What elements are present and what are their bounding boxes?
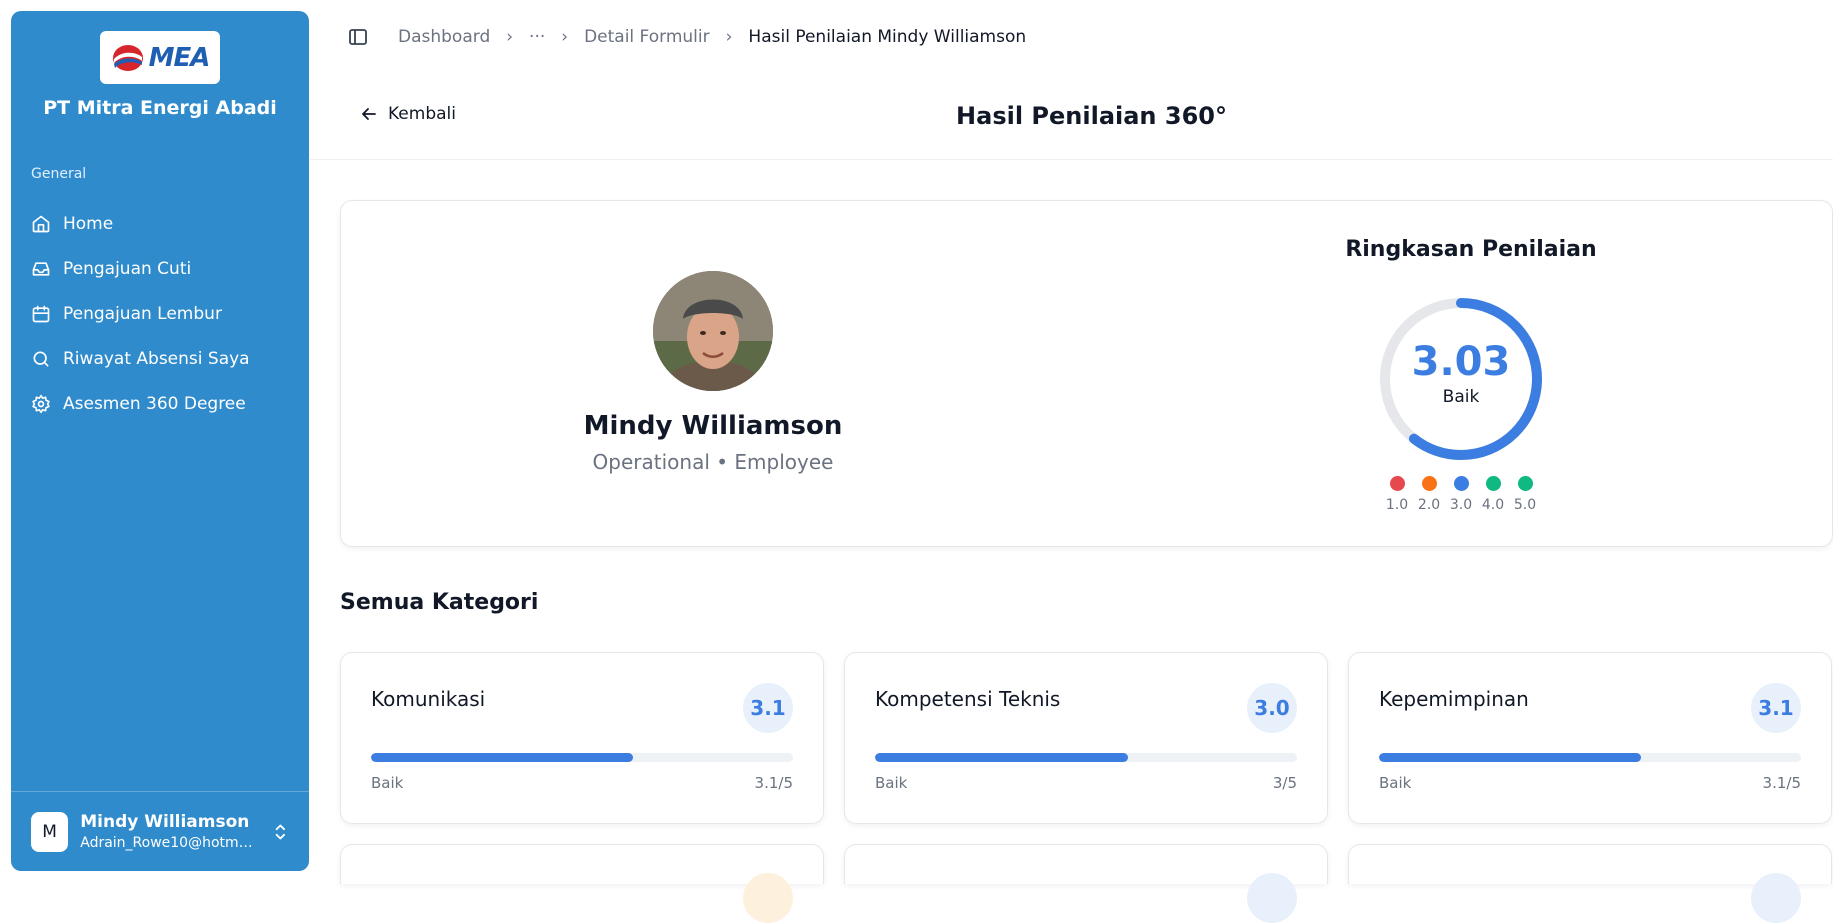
page-title: Hasil Penilaian 360° [956, 102, 1227, 130]
category-label: Baik [1379, 774, 1412, 792]
category-score: 3/5 [1272, 774, 1297, 792]
user-name: Mindy Williamson [80, 812, 250, 832]
category-score-badge [743, 873, 793, 923]
company-name: PT Mitra Energi Abadi [43, 97, 277, 119]
sidebar-item-pengajuan-cuti[interactable]: Pengajuan Cuti [31, 246, 301, 291]
home-icon [32, 215, 50, 232]
score-scale: 1.0 2.0 3.0 4.0 5.0 [1376, 476, 1546, 513]
summary-title: Ringkasan Penilaian [1345, 237, 1597, 262]
overall-score: 3.03 [1411, 339, 1511, 385]
category-progress-track [371, 753, 793, 762]
breadcrumb: Dashboard › ··· › Detail Formulir › Hasi… [310, 0, 1833, 74]
breadcrumb-dashboard[interactable]: Dashboard [398, 27, 490, 47]
breadcrumb-ellipsis[interactable]: ··· [529, 27, 545, 47]
scale-dot [1389, 476, 1405, 491]
sidebar-item-label: Asesmen 360 Degree [63, 393, 246, 414]
category-score-badge: 3.1 [1751, 683, 1801, 733]
sidebar-item-riwayat-absensi[interactable]: Riwayat Absensi Saya [31, 336, 301, 381]
category-progress-fill [1379, 753, 1641, 762]
profile-name: Mindy Williamson [583, 411, 843, 441]
chevron-right-icon: › [561, 27, 569, 47]
category-progress-track [875, 753, 1297, 762]
scale-item: 5.0 [1513, 476, 1537, 513]
category-card-partial[interactable] [340, 844, 824, 923]
sidebar-toggle-icon[interactable] [348, 27, 368, 47]
scale-item: 2.0 [1417, 476, 1441, 513]
scale-dot [1421, 476, 1437, 491]
sidebar-item-asesmen-360[interactable]: Asesmen 360 Degree [31, 381, 301, 426]
chevron-right-icon: › [506, 27, 514, 47]
scale-value: 2.0 [1417, 497, 1441, 513]
logo-text: MEA [148, 42, 211, 73]
category-card-komunikasi[interactable]: Komunikasi 3.1 Baik 3.1/5 [340, 652, 824, 824]
category-score-badge [1247, 873, 1297, 923]
category-name: Kepemimpinan [1379, 687, 1529, 711]
scale-dot [1453, 476, 1469, 491]
profile-role: Operational • Employee [592, 450, 834, 474]
scale-value: 3.0 [1449, 497, 1473, 513]
sidebar-item-label: Pengajuan Lembur [63, 303, 222, 324]
sidebar-item-pengajuan-lembur[interactable]: Pengajuan Lembur [31, 291, 301, 336]
category-progress-fill [875, 753, 1129, 762]
categories-title: Semua Kategori [340, 590, 539, 615]
category-progress-track [1379, 753, 1801, 762]
person-photo-icon [653, 271, 773, 391]
chevrons-up-down-icon[interactable] [272, 821, 289, 843]
scale-item: 3.0 [1449, 476, 1473, 513]
calendar-icon [32, 305, 50, 322]
category-card-kompetensi-teknis[interactable]: Kompetensi Teknis 3.0 Baik 3/5 [844, 652, 1328, 824]
avatar: M [31, 811, 69, 852]
category-progress-fill [371, 753, 633, 762]
sidebar: MEA PT Mitra Energi Abadi General Home P… [11, 11, 309, 871]
user-info: Mindy Williamson Adrain_Rowe10@hotmail.c… [80, 812, 260, 851]
gear-icon [32, 394, 50, 413]
logo-mark-icon [112, 44, 143, 71]
category-score: 3.1/5 [754, 774, 793, 792]
category-name: Komunikasi [371, 687, 486, 711]
category-name: Kompetensi Teknis [875, 687, 1061, 711]
category-label: Baik [875, 774, 908, 792]
scale-value: 5.0 [1513, 497, 1537, 513]
category-score: 3.1/5 [1762, 774, 1801, 792]
sidebar-item-home[interactable]: Home [31, 201, 301, 246]
scale-dot [1517, 476, 1533, 491]
category-label: Baik [371, 774, 404, 792]
category-card-kepemimpinan[interactable]: Kepemimpinan 3.1 Baik 3.1/5 [1348, 652, 1832, 824]
company-logo[interactable]: MEA [100, 31, 220, 84]
page-header: Kembali Hasil Penilaian 360° [310, 74, 1833, 160]
user-menu[interactable]: M Mindy Williamson Adrain_Rowe10@hotmail… [11, 791, 309, 871]
category-score-badge [1751, 873, 1801, 923]
sidebar-item-label: Pengajuan Cuti [63, 258, 192, 279]
search-icon [33, 351, 49, 366]
nav-group-label: General [31, 166, 87, 182]
breadcrumb-detail-formulir[interactable]: Detail Formulir [584, 27, 710, 47]
summary-card: Mindy Williamson Operational • Employee … [340, 200, 1833, 547]
sidebar-nav: Home Pengajuan Cuti Pengajuan Lembur Riw… [31, 201, 301, 426]
inbox-icon [32, 261, 50, 276]
breadcrumb-current: Hasil Penilaian Mindy Williamson [748, 27, 1027, 47]
category-score-badge: 3.0 [1247, 683, 1297, 733]
profile-photo [653, 271, 773, 391]
category-card-partial[interactable] [1348, 844, 1832, 923]
scale-item: 1.0 [1385, 476, 1409, 513]
scale-dot [1485, 476, 1501, 491]
scale-value: 4.0 [1481, 497, 1505, 513]
category-score-badge: 3.1 [743, 683, 793, 733]
overall-score-label: Baik [1442, 387, 1480, 407]
sidebar-item-label: Home [63, 213, 114, 234]
scale-value: 1.0 [1385, 497, 1409, 513]
category-card-partial[interactable] [844, 844, 1328, 923]
scale-item: 4.0 [1481, 476, 1505, 513]
sidebar-item-label: Riwayat Absensi Saya [63, 348, 250, 369]
chevron-right-icon: › [725, 27, 733, 47]
user-email: Adrain_Rowe10@hotmail.com [80, 835, 260, 851]
